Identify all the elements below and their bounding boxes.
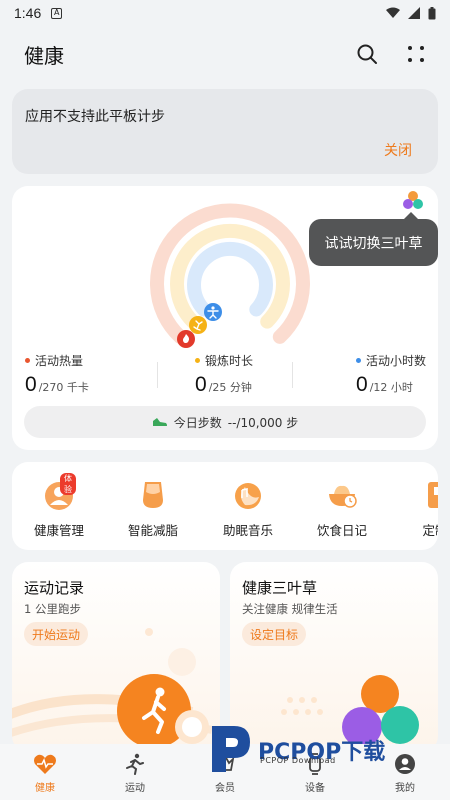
notice-close-button[interactable]: 关闭 [384, 140, 412, 160]
divider [157, 362, 158, 388]
watermark-subtext: PCPOP Download [260, 756, 336, 765]
steps-value: --/10,000 步 [227, 415, 299, 430]
divider [292, 362, 293, 388]
exercise-dot [195, 358, 200, 363]
notification-a-icon: A [51, 7, 63, 19]
tab-exercise[interactable]: 运动 [90, 744, 180, 800]
app-bar: 健康 [0, 26, 450, 82]
more-icon[interactable] [406, 44, 426, 64]
metric-calories-target: /270 千卡 [38, 381, 89, 394]
page-title: 健康 [24, 43, 64, 68]
tab-health[interactable]: 健康 [0, 744, 90, 800]
exercise-card-subtitle: 1 公里跑步 [24, 602, 81, 616]
diet-diary-icon [329, 485, 357, 508]
service-diet-diary[interactable]: 饮食日记 [302, 478, 382, 539]
metric-hours-label: 活动小时数 [366, 354, 427, 368]
custom-icon [428, 482, 438, 508]
set-goal-button[interactable]: 设定目标 [242, 622, 307, 646]
metric-hours-value: 0 [356, 373, 368, 396]
activity-rings [150, 203, 310, 348]
services-row: 体验 健康管理 智能减脂 助眠音乐 饮食日记 定制 [12, 462, 438, 550]
search-icon[interactable] [356, 43, 378, 65]
service-label: 助眠音乐 [222, 523, 273, 538]
clover-tooltip[interactable]: 试试切换三叶草 [309, 212, 438, 266]
metric-active-hours[interactable]: 活动小时数 0/12 小时 [356, 352, 426, 397]
service-fat-loss[interactable]: 智能减脂 [113, 478, 193, 539]
service-label: 饮食日记 [316, 523, 367, 538]
unsupported-notice-card: 应用不支持此平板计步 关闭 [12, 89, 438, 174]
fat-loss-icon [143, 482, 163, 508]
metric-calories[interactable]: 活动热量 0/270 千卡 [25, 352, 89, 397]
today-steps-bar[interactable]: 今日步数 --/10,000 步 [24, 406, 426, 438]
shoe-icon [152, 418, 167, 426]
service-badge: 体验 [60, 473, 76, 495]
notice-message: 应用不支持此平板计步 [25, 109, 165, 125]
battery-icon [428, 6, 436, 19]
clover-card-title: 健康三叶草 [242, 579, 318, 597]
sleep-music-icon [235, 483, 261, 509]
service-custom[interactable]: 定制 [395, 478, 438, 539]
metric-exercise-label: 锻炼时长 [205, 354, 254, 368]
service-sleep-music[interactable]: 助眠音乐 [208, 478, 288, 539]
clover-card-subtitle: 关注健康 规律生活 [242, 602, 338, 616]
metric-calories-label: 活动热量 [35, 354, 84, 368]
service-label: 定制 [422, 523, 438, 538]
status-bar: 1:46 A [0, 0, 450, 26]
signal-icon [408, 7, 420, 19]
metric-exercise-target: /25 分钟 [208, 381, 252, 394]
service-health-manage[interactable]: 体验 健康管理 [19, 473, 99, 539]
service-label: 智能减脂 [127, 523, 178, 538]
metric-calories-value: 0 [25, 373, 37, 396]
calories-dot [25, 358, 30, 363]
tab-label: 健康 [35, 783, 55, 794]
hours-dot [356, 358, 361, 363]
pcpop-logo [212, 726, 250, 772]
wifi-icon [386, 7, 400, 18]
metric-hours-target: /12 小时 [369, 381, 413, 394]
service-label: 健康管理 [33, 523, 84, 538]
metric-exercise[interactable]: 锻炼时长 0/25 分钟 [195, 352, 253, 397]
running-icon [126, 753, 144, 775]
status-time: 1:46 [14, 5, 42, 21]
exercise-card-title: 运动记录 [24, 579, 85, 597]
exercise-record-card[interactable]: 运动记录 1 公里跑步 开始运动 [12, 562, 220, 752]
steps-label: 今日步数 [173, 415, 222, 430]
pcpop-watermark: PCPOP下载 PCPOP Download [200, 718, 440, 782]
start-exercise-button[interactable]: 开始运动 [24, 622, 89, 646]
tab-label: 运动 [125, 783, 145, 794]
metric-exercise-value: 0 [195, 373, 207, 396]
heart-pulse-icon [34, 754, 56, 774]
